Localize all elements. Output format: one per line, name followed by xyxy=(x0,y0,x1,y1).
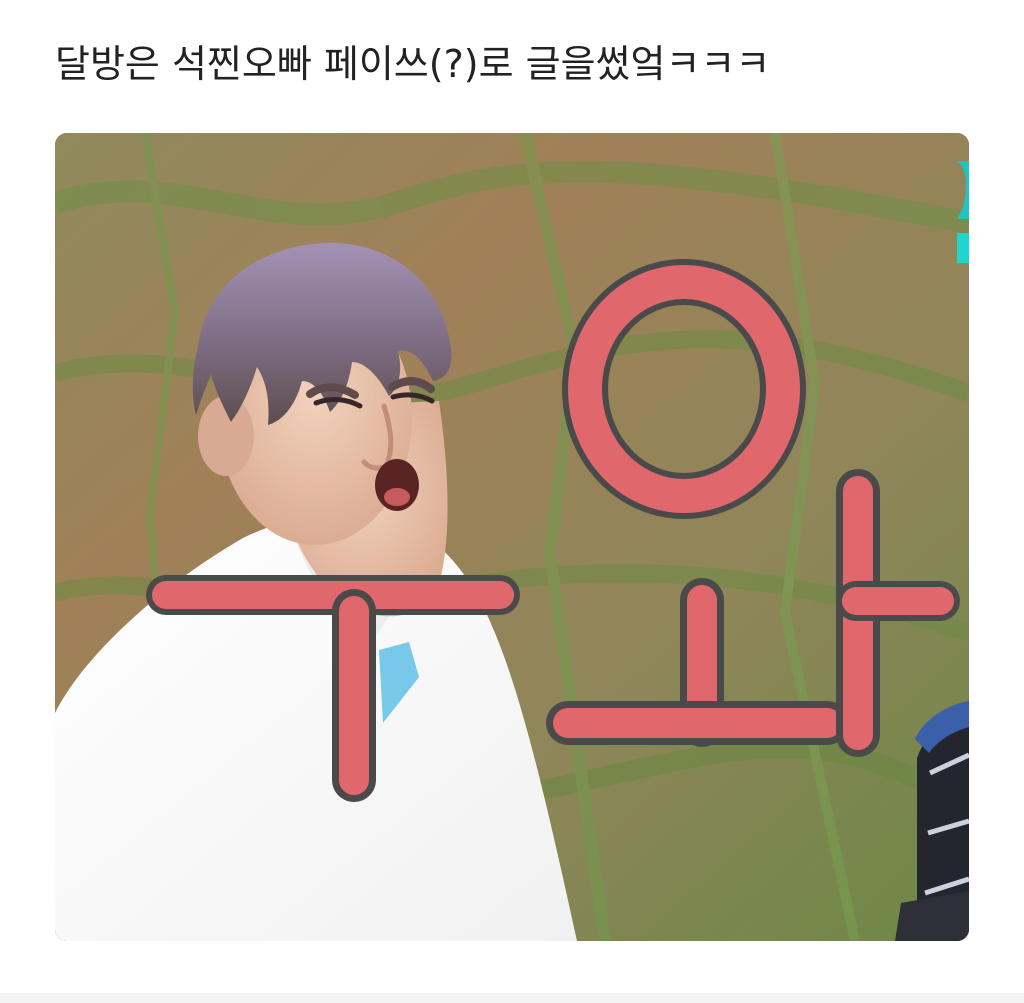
post-text: 달방은 석찐오빠 페이쓰(?)로 글을썼엌ㅋㅋㅋ xyxy=(55,42,771,86)
tongue xyxy=(384,488,410,506)
bottom-separator xyxy=(0,993,1024,1003)
photo-illustration xyxy=(55,133,969,941)
watermark-bar xyxy=(957,233,969,263)
post-image[interactable] xyxy=(55,133,969,941)
